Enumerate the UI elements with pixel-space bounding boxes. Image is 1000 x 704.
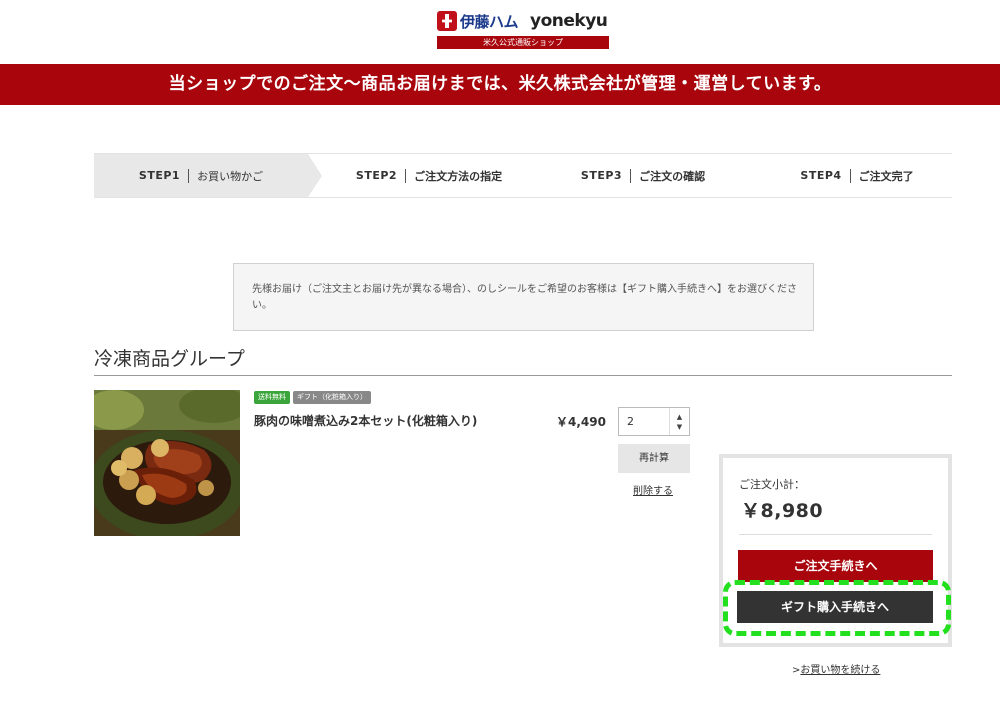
spinner-arrows-icon[interactable]: ▲ ▼ (669, 408, 689, 435)
step-2: STEP2 ご注文方法の指定 (322, 154, 536, 197)
step-2-number: STEP2 (355, 169, 398, 182)
step-4: STEP4 ご注文完了 (750, 154, 964, 197)
step-arrow-icon (308, 154, 322, 197)
order-summary: ご注文小計： ￥8,980 ご注文手続きへ ギフト購入手続きへ (719, 454, 952, 647)
step-3-label: ご注文の確認 (639, 169, 706, 183)
step-separator (188, 168, 190, 183)
product-image[interactable] (94, 390, 240, 536)
quantity-stepper[interactable]: 2 ▲ ▼ (618, 407, 690, 436)
gift-notice: 先様お届け（ご注文主とお届け先が異なる場合）、のしシールをご希望のお客様は【ギフ… (233, 263, 814, 331)
quantity-value[interactable]: 2 (627, 415, 634, 428)
proceed-order-button[interactable]: ご注文手続きへ (738, 550, 933, 582)
product-name[interactable]: 豚肉の味噌煮込み2本セット(化粧箱入り) (254, 412, 477, 429)
subtotal-value: ￥8,980 (741, 500, 824, 522)
step-2-label: ご注文方法の指定 (414, 169, 503, 183)
group-title: 冷凍商品グループ (94, 346, 952, 376)
step-separator (405, 168, 407, 183)
checkout-steps: STEP1 お買い物かご STEP2 ご注文方法の指定 STEP3 ご注文の確認… (94, 153, 952, 198)
gift-purchase-button[interactable]: ギフト購入手続きへ (737, 591, 933, 623)
shop-sub-label: 米久公式通販ショップ (437, 36, 609, 49)
step-1: STEP1 お買い物かご (94, 154, 308, 197)
step-4-label: ご注文完了 (858, 169, 914, 183)
step-3: STEP3 ご注文の確認 (536, 154, 750, 197)
step-3-number: STEP3 (580, 169, 623, 182)
free-shipping-badge: 送料無料 (254, 391, 290, 404)
brand-name-en: yonekyu (530, 11, 608, 31)
subtotal-label: ご注文小計： (739, 478, 805, 491)
delete-link[interactable]: 削除する (633, 482, 673, 497)
product-badges: 送料無料 ギフト（化粧箱入り） (254, 391, 371, 404)
step-separator (849, 168, 851, 183)
step-1-label: お買い物かご (197, 169, 264, 183)
gift-box-badge: ギフト（化粧箱入り） (293, 391, 371, 404)
itoham-logo-icon (437, 11, 457, 31)
continue-shopping-label[interactable]: お買い物を続ける (800, 665, 880, 676)
step-4-number: STEP4 (800, 169, 842, 182)
step-separator (630, 168, 632, 183)
brand-name-jp: 伊藤ハム (460, 12, 519, 31)
step-1-number: STEP1 (138, 169, 181, 182)
operator-banner: 当ショップでのご注文〜商品お届けまでは、米久株式会社が管理・運営しています。 (0, 64, 1000, 105)
product-price: ￥4,490 (556, 415, 606, 429)
continue-shopping-link[interactable]: >お買い物を続ける (792, 661, 880, 676)
summary-divider (739, 534, 932, 535)
product-photo (94, 390, 240, 536)
recalculate-button[interactable]: 再計算 (618, 444, 690, 473)
site-logo[interactable]: 伊藤ハム yonekyu 米久公式通販ショップ (437, 8, 609, 50)
